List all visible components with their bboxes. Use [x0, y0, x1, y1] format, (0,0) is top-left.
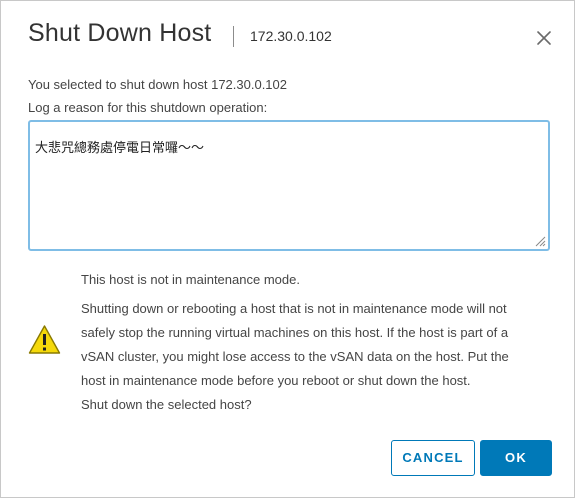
warning-line: safely stop the running virtual machines…: [81, 325, 509, 340]
selected-host-text: You selected to shut down host 172.30.0.…: [28, 77, 287, 92]
title-divider: [233, 26, 234, 47]
warning-icon: [28, 324, 61, 356]
warning-line: Shutting down or rebooting a host that i…: [81, 301, 507, 316]
reason-label: Log a reason for this shutdown operation…: [28, 100, 268, 115]
warning-line: vSAN cluster, you might lose access to t…: [81, 349, 509, 364]
confirm-question: Shut down the selected host?: [81, 397, 252, 412]
host-address: 172.30.0.102: [250, 28, 332, 44]
resize-grip-icon[interactable]: [534, 235, 546, 247]
dialog-header: Shut Down Host 172.30.0.102: [1, 1, 574, 71]
ok-button[interactable]: OK: [480, 440, 552, 476]
close-button[interactable]: [534, 28, 554, 48]
reason-textarea[interactable]: 大悲咒總務處停電日常囉～～: [30, 122, 548, 249]
warning-line: host in maintenance mode before you rebo…: [81, 373, 471, 388]
maintenance-status: This host is not in maintenance mode.: [81, 272, 300, 287]
close-icon: [537, 31, 551, 45]
cancel-button[interactable]: CANCEL: [391, 440, 475, 476]
shutdown-dialog: Shut Down Host 172.30.0.102 You selected…: [0, 0, 575, 498]
dialog-title: Shut Down Host: [28, 19, 212, 47]
reason-field-wrapper: 大悲咒總務處停電日常囉～～: [28, 120, 550, 251]
